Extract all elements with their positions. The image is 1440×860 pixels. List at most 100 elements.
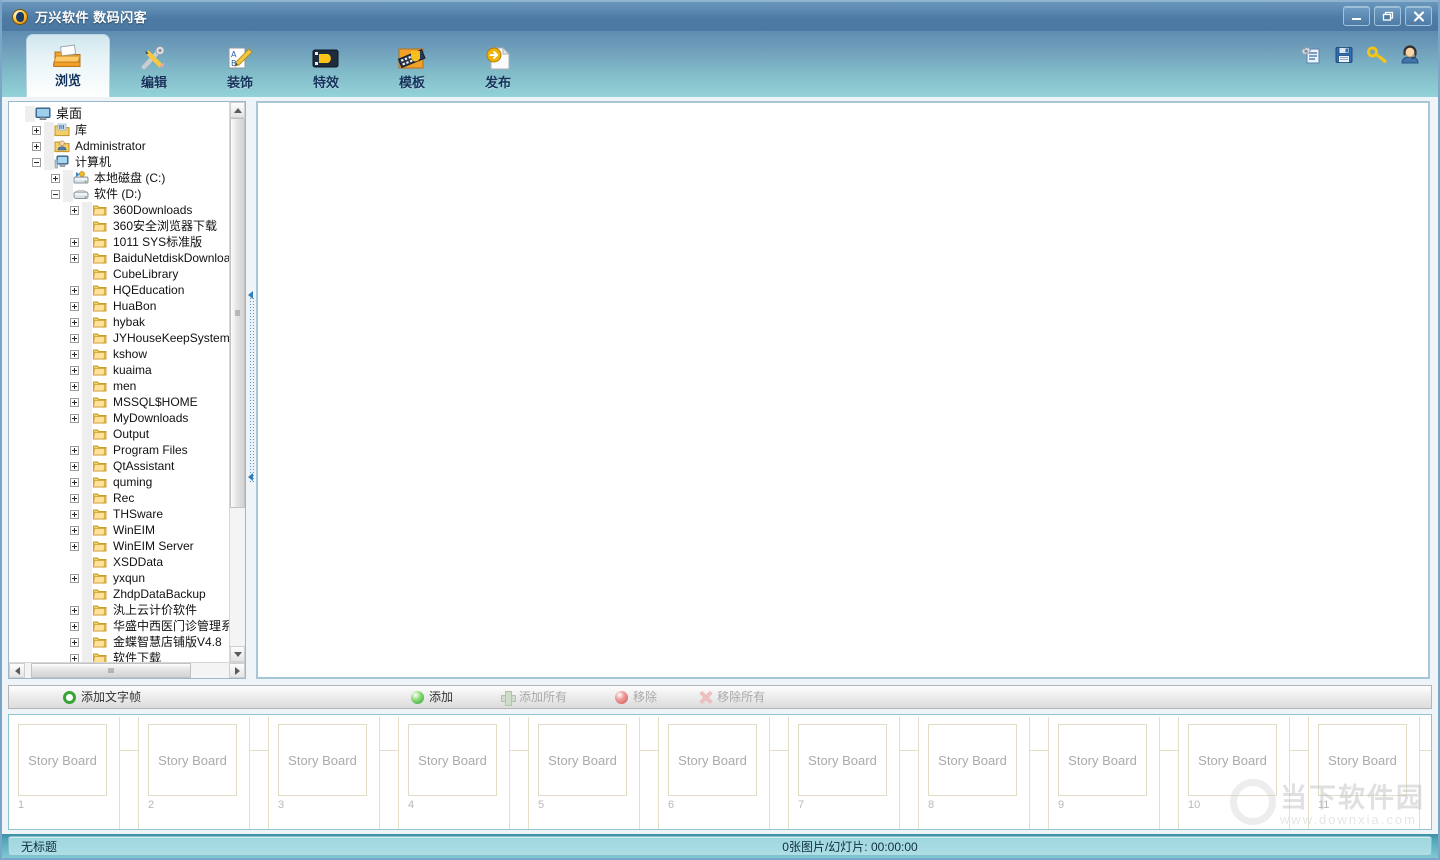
storyboard-transition-slot[interactable] — [250, 717, 269, 829]
tree-item[interactable]: 库 — [13, 122, 245, 138]
expand-plus-icon[interactable] — [70, 317, 79, 327]
expand-plus-icon[interactable] — [32, 125, 41, 135]
tree-item[interactable]: 360安全浏览器下载 — [13, 218, 245, 234]
storyboard-transition-slot[interactable] — [640, 717, 659, 829]
expand-plus-icon[interactable] — [70, 205, 79, 215]
tree-item[interactable]: yxqun — [13, 570, 245, 586]
expand-plus-icon[interactable] — [70, 573, 79, 583]
expand-plus-icon[interactable] — [70, 445, 79, 455]
expand-plus-icon[interactable] — [70, 253, 79, 263]
storyboard-strip[interactable]: Story Board 1 Story Board 2 Story Board 3 Stor… — [8, 714, 1432, 830]
storyboard-cell[interactable]: Story Board 2 — [139, 717, 250, 829]
tree-item[interactable]: WinEIM Server — [13, 538, 245, 554]
tree-item[interactable]: 金蝶智慧店铺版V4.8 — [13, 634, 245, 650]
storyboard-transition-slot[interactable] — [1030, 717, 1049, 829]
storyboard-cell[interactable]: Story Board 4 — [399, 717, 510, 829]
storyboard-cell[interactable]: Story Board 9 — [1049, 717, 1160, 829]
storyboard-cell[interactable]: Story Board 8 — [919, 717, 1030, 829]
tree-item[interactable]: 桌面 — [13, 106, 245, 122]
collapse-minus-icon[interactable] — [51, 189, 60, 199]
tree-item[interactable]: ZhdpDataBackup — [13, 586, 245, 602]
save-floppy-icon[interactable] — [1334, 45, 1354, 65]
tree-item[interactable]: 计算机 — [13, 154, 245, 170]
support-user-icon[interactable] — [1400, 45, 1420, 65]
scroll-left-button[interactable] — [9, 663, 25, 678]
tree-item[interactable]: Administrator — [13, 138, 245, 154]
scroll-up-button[interactable] — [230, 102, 245, 118]
expand-plus-icon[interactable] — [70, 333, 79, 343]
vscroll-track[interactable] — [230, 118, 245, 646]
tab-decorate[interactable]: A B 装饰 — [198, 39, 282, 97]
tree-item[interactable]: 软件下载 — [13, 650, 245, 662]
preview-canvas[interactable] — [256, 101, 1430, 679]
tree-item[interactable]: BaiduNetdiskDownload — [13, 250, 245, 266]
tree-item[interactable]: Program Files — [13, 442, 245, 458]
tree-item[interactable]: MSSQL$HOME — [13, 394, 245, 410]
tab-browse[interactable]: 浏览 — [26, 34, 110, 97]
tree-item[interactable]: Output — [13, 426, 245, 442]
storyboard-cell[interactable]: Story Board 1 — [9, 717, 120, 829]
expand-plus-icon[interactable] — [32, 141, 41, 151]
tree-item[interactable]: CubeLibrary — [13, 266, 245, 282]
key-icon[interactable] — [1367, 45, 1387, 65]
scroll-right-button[interactable] — [229, 663, 245, 678]
expand-plus-icon[interactable] — [70, 653, 79, 662]
expand-plus-icon[interactable] — [70, 301, 79, 311]
tree-item[interactable]: 软件 (D:) — [13, 186, 245, 202]
close-button[interactable] — [1405, 6, 1432, 26]
storyboard-transition-slot[interactable] — [770, 717, 789, 829]
tab-edit[interactable]: 编辑 — [112, 39, 196, 97]
storyboard-transition-slot[interactable] — [1420, 717, 1431, 829]
panel-splitter[interactable] — [246, 101, 256, 679]
tree-item[interactable]: kshow — [13, 346, 245, 362]
expand-plus-icon[interactable] — [70, 605, 79, 615]
expand-plus-icon[interactable] — [70, 381, 79, 391]
splitter-expand-arrow-icon[interactable] — [248, 473, 253, 481]
tab-effects[interactable]: 特效 — [284, 39, 368, 97]
remove-all-button[interactable]: 移除所有 — [693, 686, 771, 708]
tree-item[interactable]: HQEducation — [13, 282, 245, 298]
tab-template[interactable]: 模板 — [370, 39, 454, 97]
expand-plus-icon[interactable] — [70, 413, 79, 423]
expand-plus-icon[interactable] — [51, 173, 60, 183]
expand-plus-icon[interactable] — [70, 493, 79, 503]
tab-publish[interactable]: 发布 — [456, 39, 540, 97]
storyboard-transition-slot[interactable] — [900, 717, 919, 829]
storyboard-transition-slot[interactable] — [120, 717, 139, 829]
tree-item[interactable]: hybak — [13, 314, 245, 330]
hscroll-thumb[interactable] — [31, 663, 191, 678]
storyboard-cell[interactable]: Story Board 7 — [789, 717, 900, 829]
storyboard-cell[interactable]: Story Board 3 — [269, 717, 380, 829]
tree-item[interactable]: XSDData — [13, 554, 245, 570]
minimize-button[interactable] — [1343, 6, 1370, 26]
scroll-down-button[interactable] — [230, 646, 245, 662]
expand-plus-icon[interactable] — [70, 365, 79, 375]
tree-item[interactable]: 华盛中西医门诊管理系统 — [13, 618, 245, 634]
tree-item[interactable]: men — [13, 378, 245, 394]
expand-plus-icon[interactable] — [70, 397, 79, 407]
tree-item[interactable]: MyDownloads — [13, 410, 245, 426]
expand-plus-icon[interactable] — [70, 637, 79, 647]
tree-item[interactable]: Rec — [13, 490, 245, 506]
tree-item[interactable]: HuaBon — [13, 298, 245, 314]
tree-item[interactable]: THSware — [13, 506, 245, 522]
expand-plus-icon[interactable] — [70, 525, 79, 535]
remove-button[interactable]: 移除 — [609, 686, 663, 708]
hscroll-track[interactable] — [25, 663, 229, 678]
tree-item[interactable]: 汍上云计价软件 — [13, 602, 245, 618]
storyboard-transition-slot[interactable] — [1290, 717, 1309, 829]
add-text-frame-button[interactable]: 添加文字帧 — [57, 686, 147, 708]
add-button[interactable]: 添加 — [405, 686, 459, 708]
storyboard-cell[interactable]: Story Board 5 — [529, 717, 640, 829]
storyboard-transition-slot[interactable] — [380, 717, 399, 829]
folder-tree[interactable]: 桌面库 Administrator 计算机 本地磁盘 (C:) 软件 (D:) 360Do… — [9, 102, 245, 662]
tree-item[interactable]: JYHouseKeepSystem — [13, 330, 245, 346]
tree-vertical-scrollbar[interactable] — [229, 102, 245, 662]
expand-plus-icon[interactable] — [70, 509, 79, 519]
storyboard-transition-slot[interactable] — [1160, 717, 1179, 829]
expand-plus-icon[interactable] — [70, 349, 79, 359]
storyboard-transition-slot[interactable] — [510, 717, 529, 829]
storyboard-cell[interactable]: Story Board 6 — [659, 717, 770, 829]
expand-plus-icon[interactable] — [70, 477, 79, 487]
tree-item[interactable]: WinEIM — [13, 522, 245, 538]
